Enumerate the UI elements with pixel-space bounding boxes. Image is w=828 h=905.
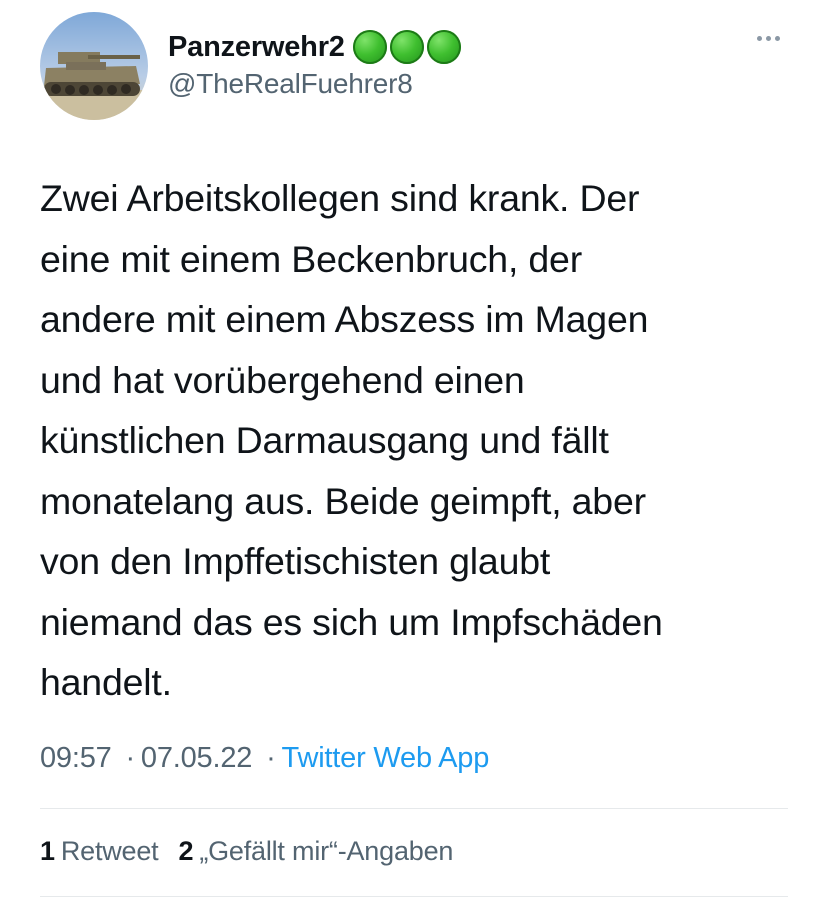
name-row: Panzerwehr2 — [168, 28, 461, 66]
divider — [40, 896, 788, 897]
dot — [766, 36, 771, 41]
user-info: Panzerwehr2 @TheRealFuehrer8 — [168, 28, 461, 100]
tweet-meta: 09:57 · 07.05.22 · Twitter Web App — [40, 742, 489, 775]
display-name[interactable]: Panzerwehr2 — [168, 31, 345, 64]
tweet-time[interactable]: 09:57 — [40, 742, 112, 774]
retweets-stat[interactable]: 1 Retweet — [40, 836, 159, 867]
badge-group — [352, 30, 461, 64]
green-circle-icon — [352, 30, 387, 64]
green-circle-icon — [426, 30, 461, 64]
user-handle[interactable]: @TheRealFuehrer8 — [168, 68, 461, 100]
tweet-text: Zwei Arbeitskollegen sind krank. Der ein… — [40, 177, 663, 703]
separator: · — [125, 742, 135, 774]
likes-count: 2 — [178, 836, 194, 866]
tweet-source-link[interactable]: Twitter Web App — [282, 742, 490, 774]
tank-avatar-image — [40, 12, 148, 120]
retweets-label: Retweet — [60, 836, 159, 866]
more-options-icon[interactable] — [753, 32, 784, 45]
tweet-stats: 1 Retweet 2 „Gefällt mir“-Angaben — [40, 836, 453, 867]
separator: · — [266, 742, 276, 774]
green-circle-icon — [389, 30, 424, 64]
avatar[interactable] — [40, 12, 148, 120]
tweet-date[interactable]: 07.05.22 — [141, 742, 252, 774]
tweet-header: Panzerwehr2 @TheRealFuehrer8 — [40, 12, 792, 124]
dot — [757, 36, 762, 41]
dot — [775, 36, 780, 41]
retweets-count: 1 — [40, 836, 55, 866]
likes-stat[interactable]: 2 „Gefällt mir“-Angaben — [178, 836, 453, 867]
likes-label: „Gefällt mir“-Angaben — [199, 836, 454, 866]
divider — [40, 808, 788, 809]
